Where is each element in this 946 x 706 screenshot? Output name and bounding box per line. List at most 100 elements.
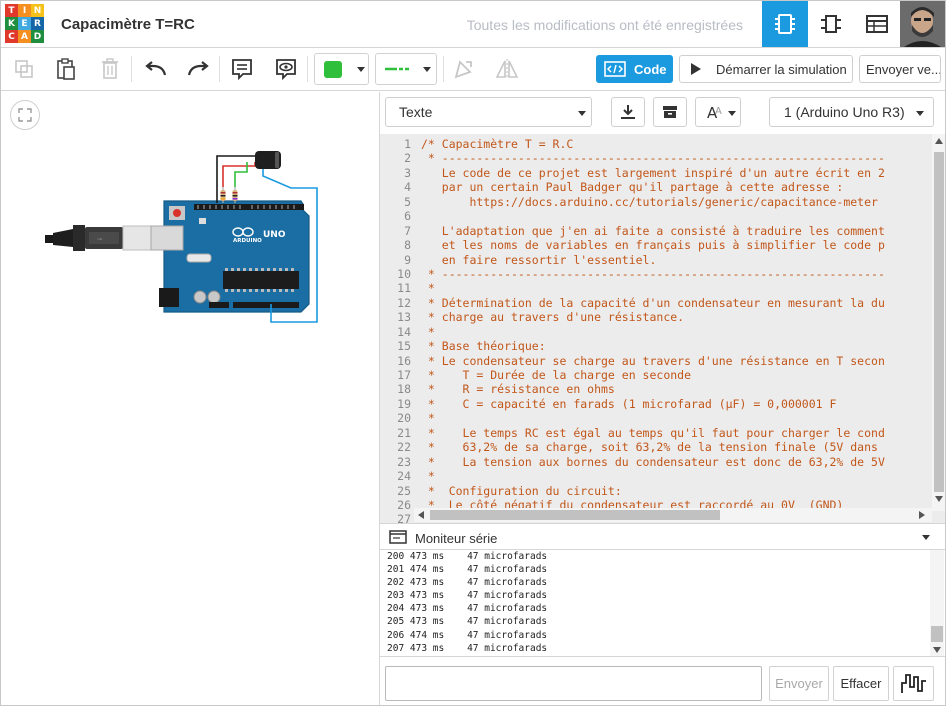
scrollbar-thumb[interactable] [934, 152, 944, 492]
line-number: 19 [397, 396, 411, 411]
scroll-down-icon [933, 647, 941, 653]
code-toolbar: Texte AA 1 (Arduino Uno R3) [380, 92, 945, 134]
code-text[interactable]: /* Capacimètre T = R.C * ---------------… [421, 134, 929, 511]
paste-button[interactable] [51, 55, 81, 83]
copy-button[interactable] [9, 55, 39, 83]
code-line[interactable]: * 63,2% de sa charge, soit 63,2% de la t… [421, 437, 929, 454]
editor-horizontal-scrollbar[interactable] [414, 508, 932, 522]
code-line[interactable]: * Configuration du circuit: [421, 481, 929, 498]
line-number-gutter: 1 2 3 4 5 6 7 8 9 10 11 12 13 14 15 16 17 18 19 20 21 22 23 24 2… [380, 134, 414, 523]
wire-style-dropdown[interactable] [375, 53, 437, 85]
serial-send-button[interactable]: Envoyer [769, 666, 829, 701]
flip-icon [495, 59, 519, 79]
code-line[interactable]: * Base théorique: [421, 336, 929, 353]
toolbar-divider [443, 56, 444, 82]
download-code-button[interactable] [611, 97, 645, 127]
serial-vertical-scrollbar[interactable] [930, 550, 944, 656]
serial-line: 205 473 ms 47 microfarads [387, 616, 548, 628]
scrollbar-thumb[interactable] [931, 626, 943, 642]
arduino-uno-board[interactable]: ARDUINO UNO [150, 200, 310, 313]
project-title[interactable]: Capacimètre T=RC [61, 16, 195, 33]
notes-visibility-button[interactable] [271, 55, 301, 83]
code-line[interactable]: /* Capacimètre T = R.C [421, 134, 929, 151]
paste-icon [57, 58, 75, 80]
color-swatch [324, 61, 342, 78]
rotate-button[interactable] [448, 55, 478, 83]
logo-letter: N [31, 4, 44, 17]
send-to-button[interactable]: Envoyer ve... [859, 55, 941, 83]
serial-line: 203 473 ms 47 microfarads [387, 590, 548, 602]
code-line[interactable]: et les noms de variables en français pui… [421, 235, 929, 252]
serial-output[interactable]: 200 473 ms 47 microfarads 201 474 ms 47 m… [380, 550, 945, 656]
code-line[interactable]: * --------------------------------------… [421, 264, 929, 281]
editor-vertical-scrollbar[interactable] [932, 134, 945, 511]
redo-button[interactable] [183, 55, 213, 83]
code-mode-select[interactable]: Texte [385, 97, 592, 127]
circuit-canvas[interactable]: ⊸ ARDUINO UNO [1, 92, 378, 705]
trash-icon [102, 58, 118, 79]
fit-view-button[interactable] [10, 100, 40, 130]
line-number: 26 [397, 497, 411, 512]
start-simulation-button[interactable]: Démarrer la simulation [679, 55, 853, 83]
note-icon [232, 59, 252, 80]
chevron-down-icon [357, 67, 365, 72]
logo-letter: I [18, 4, 31, 17]
serial-line: 207 473 ms 47 microfarads [387, 642, 548, 654]
toolbar-divider [219, 56, 220, 82]
svg-text:A: A [715, 106, 722, 117]
serial-input[interactable] [385, 666, 762, 701]
chevron-down-icon [916, 111, 924, 116]
serial-monitor-header[interactable]: Moniteur série [380, 523, 945, 550]
delete-button[interactable] [95, 55, 125, 83]
flip-button[interactable] [492, 55, 522, 83]
serial-clear-button[interactable]: Effacer [833, 666, 889, 701]
circuit-view-button[interactable] [762, 1, 808, 47]
chevron-down-icon[interactable] [922, 535, 930, 540]
tinkercad-logo[interactable]: T I N K E R C A D [5, 4, 45, 44]
library-button[interactable] [653, 97, 687, 127]
wire-color-dropdown[interactable] [314, 53, 369, 85]
notes-button[interactable] [227, 55, 257, 83]
usb-cable[interactable]: ⊸ [45, 225, 152, 251]
download-icon [621, 105, 635, 119]
line-number: 2 [404, 151, 411, 166]
serial-line: 204 473 ms 47 microfarads [387, 603, 548, 615]
capacitor[interactable] [255, 151, 281, 169]
circuit-drawing: ⊸ ARDUINO UNO [45, 151, 318, 323]
chevron-down-icon [578, 111, 586, 116]
line-number: 17 [397, 368, 411, 382]
code-icon [604, 61, 626, 77]
scrollbar-thumb[interactable] [430, 510, 720, 520]
code-line[interactable]: * Détermination de la capacité d'un cond… [421, 293, 929, 310]
serial-line: 201 474 ms 47 microfarads [387, 564, 548, 576]
code-editor[interactable]: 1 2 3 4 5 6 7 8 9 10 11 12 13 14 15 16 17 18 19 20 21 22 23 24 2… [380, 134, 945, 523]
avatar-icon [900, 1, 945, 47]
undo-button[interactable] [141, 55, 171, 83]
toolbar-divider [131, 56, 132, 82]
start-simulation-label: Démarrer la simulation [716, 61, 847, 77]
logo-letter: E [18, 17, 31, 30]
code-button-label: Code [634, 61, 667, 77]
schematic-view-button[interactable] [808, 1, 854, 47]
user-avatar[interactable] [900, 1, 945, 47]
line-number: 10 [397, 266, 411, 281]
device-select[interactable]: 1 (Arduino Uno R3) [769, 97, 934, 127]
component-list-button[interactable] [854, 1, 900, 47]
code-line[interactable]: L'adaptation que j'en ai faite a consist… [421, 221, 929, 238]
code-line[interactable]: * Le temps RC est égal au temps qu'il fa… [421, 423, 929, 440]
wire-red[interactable] [222, 162, 256, 187]
line-number: 13 [397, 310, 411, 325]
line-number: 8 [404, 238, 411, 253]
serial-graph-button[interactable] [893, 666, 934, 701]
code-line[interactable]: * C = capacité en farads (1 microfarad (… [421, 394, 929, 411]
font-size-button[interactable]: AA [695, 97, 741, 127]
save-status: Toutes les modifications ont été enregis… [466, 17, 743, 33]
line-number: 18 [397, 382, 411, 397]
code-line[interactable]: Le code de ce projet est largement inspi… [421, 163, 929, 180]
copy-icon [15, 60, 33, 78]
code-button[interactable]: Code [596, 55, 673, 83]
code-line[interactable]: * --------------------------------------… [421, 148, 929, 165]
eye-note-icon [276, 59, 296, 80]
component-list-icon [866, 15, 888, 33]
editor-toolbar: Code Démarrer la simulation Envoyer ve..… [1, 48, 945, 91]
